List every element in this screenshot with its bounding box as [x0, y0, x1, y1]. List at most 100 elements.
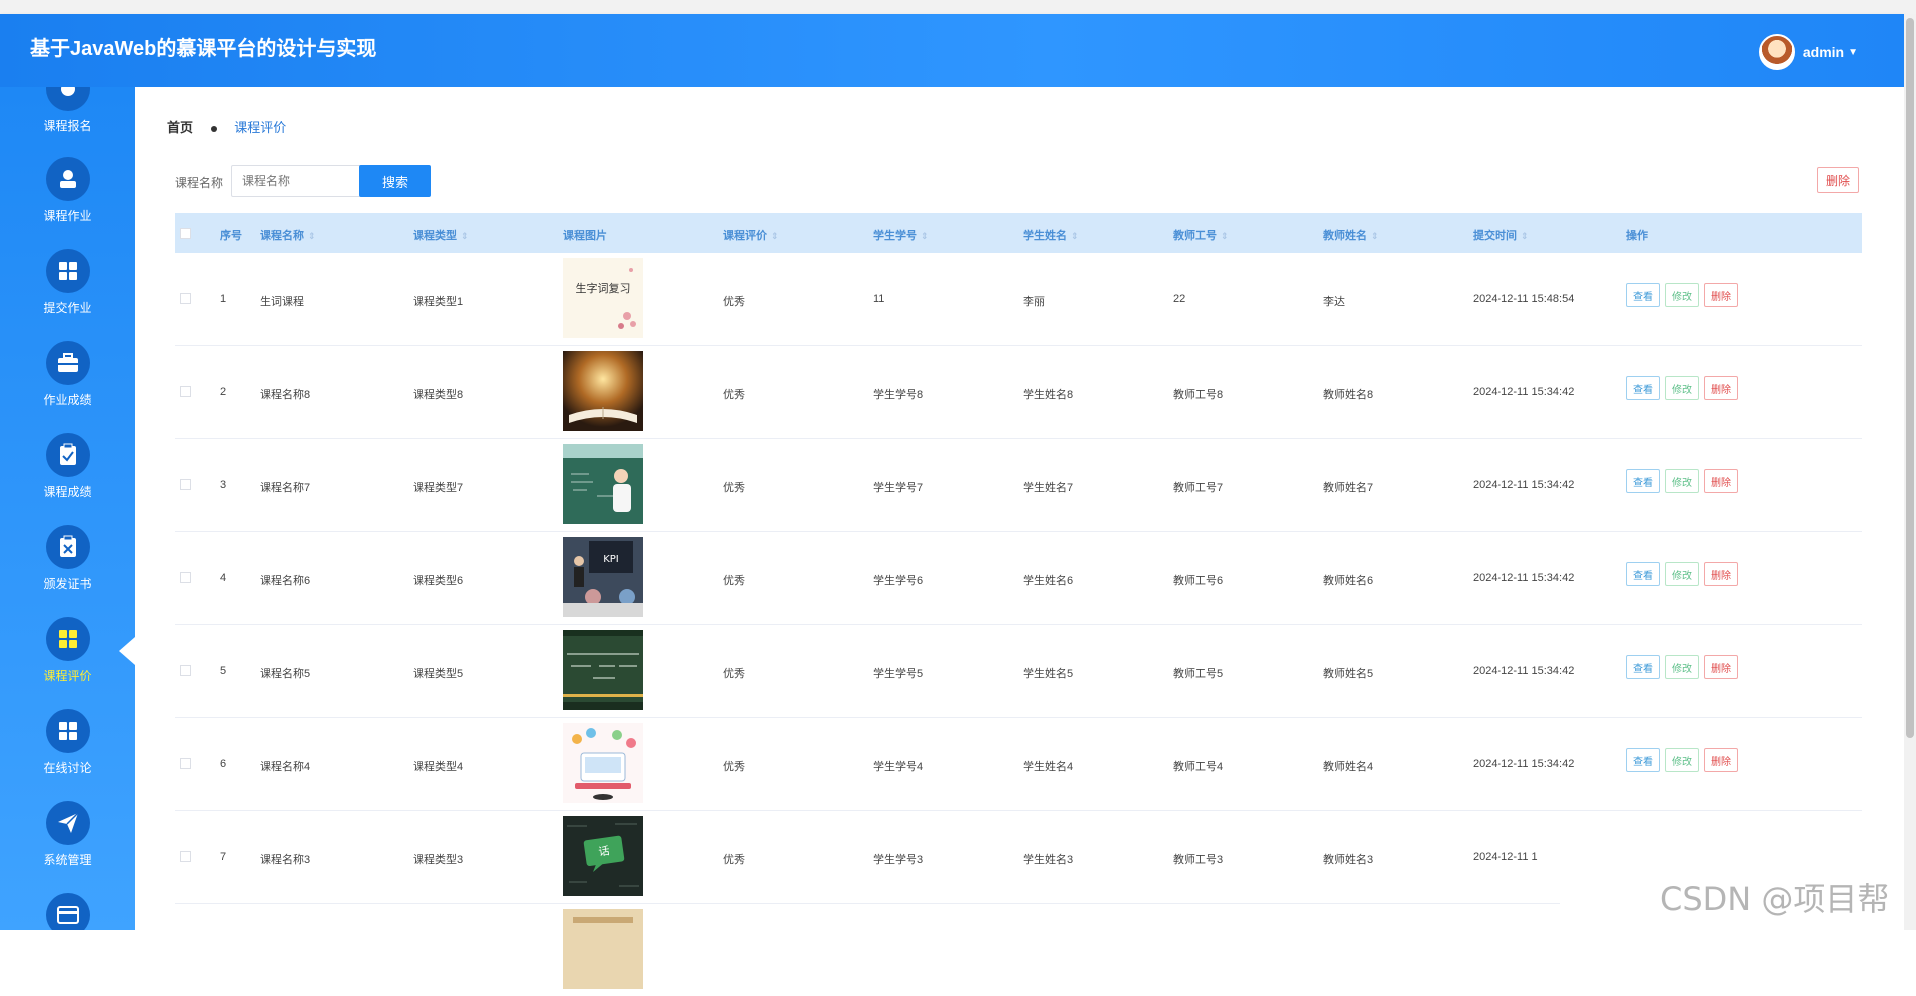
- delete-button[interactable]: 删除: [1704, 655, 1738, 679]
- cell-type: 课程类型3: [413, 854, 464, 866]
- column-header[interactable]: 学生姓名 ⇕: [1023, 227, 1079, 243]
- edit-button[interactable]: 修改: [1665, 562, 1699, 586]
- course-image: KPI: [563, 537, 643, 617]
- course-image: [563, 630, 643, 710]
- username[interactable]: admin: [1803, 44, 1844, 60]
- sidebar-item[interactable]: 课程评价: [0, 617, 135, 684]
- view-button[interactable]: 查看: [1626, 376, 1660, 400]
- table-row: 4 课程名称6 课程类型6 优秀 学生学号6 学生姓名6 教师工号6 教师姓名6 2024-12…: [175, 532, 1862, 625]
- course-signup-icon: [45, 87, 90, 111]
- view-button[interactable]: 查看: [1626, 562, 1660, 586]
- view-button[interactable]: 查看: [1626, 469, 1660, 493]
- cell-tname: 教师姓名4: [1323, 761, 1374, 773]
- column-header[interactable]: 课程评价 ⇕: [723, 227, 779, 243]
- delete-button[interactable]: 删除: [1704, 376, 1738, 400]
- cell-type: 课程类型4: [413, 761, 464, 773]
- row-checkbox[interactable]: [180, 293, 191, 304]
- sidebar-item-label: 颁发证书: [43, 577, 92, 591]
- row-checkbox[interactable]: [180, 665, 191, 676]
- edit-button[interactable]: 修改: [1665, 469, 1699, 493]
- cell-eval: 优秀: [723, 668, 745, 680]
- clipboard-x-icon: [45, 525, 90, 569]
- select-all-checkbox[interactable]: [180, 228, 191, 239]
- column-header[interactable]: 教师工号 ⇕: [1173, 227, 1229, 243]
- sidebar-item[interactable]: 在线讨论: [0, 709, 135, 776]
- breadcrumb-current: 课程评价: [234, 120, 287, 135]
- batch-delete-button[interactable]: 删除: [1817, 167, 1859, 193]
- row-actions: 查看 修改 删除: [1626, 748, 1738, 772]
- cell-no: 1: [220, 293, 227, 305]
- sidebar-item[interactable]: 课程报名: [0, 87, 135, 134]
- column-header[interactable]: 学生学号 ⇕: [873, 227, 929, 243]
- view-button[interactable]: 查看: [1626, 748, 1660, 772]
- cell-sname: 学生姓名7: [1023, 482, 1074, 494]
- view-button[interactable]: 查看: [1626, 283, 1660, 307]
- sidebar-item-label: 课程成绩: [43, 485, 92, 499]
- search-button[interactable]: 搜索: [359, 165, 431, 197]
- sidebar-item[interactable]: 课程作业: [0, 157, 135, 224]
- send-icon: [45, 801, 90, 845]
- row-actions: 查看 修改 删除: [1626, 376, 1738, 400]
- table-row: 2 课程名称8 课程类型8 优秀 学生学号8 学生姓名8 教师工号8 教师姓名8 2024-12…: [175, 346, 1862, 439]
- delete-button[interactable]: 删除: [1704, 469, 1738, 493]
- row-checkbox[interactable]: [180, 386, 191, 397]
- cell-name: 生词课程: [260, 296, 304, 308]
- breadcrumb-separator: [210, 125, 217, 132]
- row-checkbox[interactable]: [180, 851, 191, 862]
- user-menu[interactable]: admin ▼: [1758, 34, 1858, 70]
- cell-name: 课程名称8: [260, 389, 311, 401]
- column-header[interactable]: 课程类型 ⇕: [413, 227, 469, 243]
- cell-time: 2024-12-11 1: [1473, 851, 1538, 863]
- sort-icon[interactable]: ⇕: [308, 231, 316, 241]
- column-header[interactable]: 教师姓名 ⇕: [1323, 227, 1379, 243]
- table-row: [175, 904, 1560, 996]
- row-checkbox[interactable]: [180, 479, 191, 490]
- edit-button[interactable]: 修改: [1665, 376, 1699, 400]
- sort-icon[interactable]: ⇕: [1371, 231, 1379, 241]
- sort-icon[interactable]: ⇕: [1071, 231, 1079, 241]
- search-label: 课程名称: [175, 176, 224, 190]
- cell-no: 2: [220, 386, 227, 398]
- chevron-down-icon[interactable]: ▼: [1848, 47, 1858, 58]
- sort-icon[interactable]: ⇕: [1521, 231, 1529, 241]
- cell-tname: 教师姓名5: [1323, 668, 1374, 680]
- column-header-label: 教师姓名: [1323, 230, 1367, 242]
- cell-tname: 教师姓名7: [1323, 482, 1374, 494]
- delete-button[interactable]: 删除: [1704, 562, 1738, 586]
- scrollbar[interactable]: [1904, 14, 1916, 930]
- sidebar-item[interactable]: 提交作业: [0, 249, 135, 316]
- delete-button[interactable]: 删除: [1704, 748, 1738, 772]
- cell-tname: 教师姓名3: [1323, 854, 1374, 866]
- sidebar-item[interactable]: [0, 893, 135, 930]
- sidebar-item[interactable]: 作业成绩: [0, 341, 135, 408]
- avatar[interactable]: [1758, 34, 1795, 70]
- view-button[interactable]: 查看: [1626, 655, 1660, 679]
- column-header[interactable]: 序号: [220, 227, 242, 243]
- sidebar: 课程报名课程作业提交作业作业成绩课程成绩颁发证书课程评价在线讨论系统管理: [0, 87, 135, 930]
- edit-button[interactable]: 修改: [1665, 655, 1699, 679]
- cell-tid: 教师工号7: [1173, 482, 1224, 494]
- sidebar-item[interactable]: 颁发证书: [0, 525, 135, 592]
- sidebar-item-label: 在线讨论: [43, 761, 92, 775]
- course-image: 话: [563, 816, 643, 896]
- row-checkbox[interactable]: [180, 572, 191, 583]
- breadcrumb-home[interactable]: 首页: [167, 120, 193, 135]
- search-input[interactable]: [231, 165, 371, 197]
- sidebar-item[interactable]: 系统管理: [0, 801, 135, 868]
- sort-icon[interactable]: ⇕: [461, 231, 469, 241]
- cell-tname: 教师姓名8: [1323, 389, 1374, 401]
- column-header[interactable]: 提交时间 ⇕: [1473, 227, 1529, 243]
- delete-button[interactable]: 删除: [1704, 283, 1738, 307]
- column-header[interactable]: 课程名称 ⇕: [260, 227, 316, 243]
- row-checkbox[interactable]: [180, 758, 191, 769]
- edit-button[interactable]: 修改: [1665, 748, 1699, 772]
- cell-eval: 优秀: [723, 575, 745, 587]
- sort-icon[interactable]: ⇕: [1221, 231, 1229, 241]
- sidebar-item[interactable]: 课程成绩: [0, 433, 135, 500]
- grid-icon: [45, 617, 90, 661]
- cell-time: 2024-12-11 15:34:42: [1473, 572, 1575, 584]
- scroll-thumb[interactable]: [1906, 18, 1914, 738]
- sort-icon[interactable]: ⇕: [771, 231, 779, 241]
- edit-button[interactable]: 修改: [1665, 283, 1699, 307]
- sort-icon[interactable]: ⇕: [921, 231, 929, 241]
